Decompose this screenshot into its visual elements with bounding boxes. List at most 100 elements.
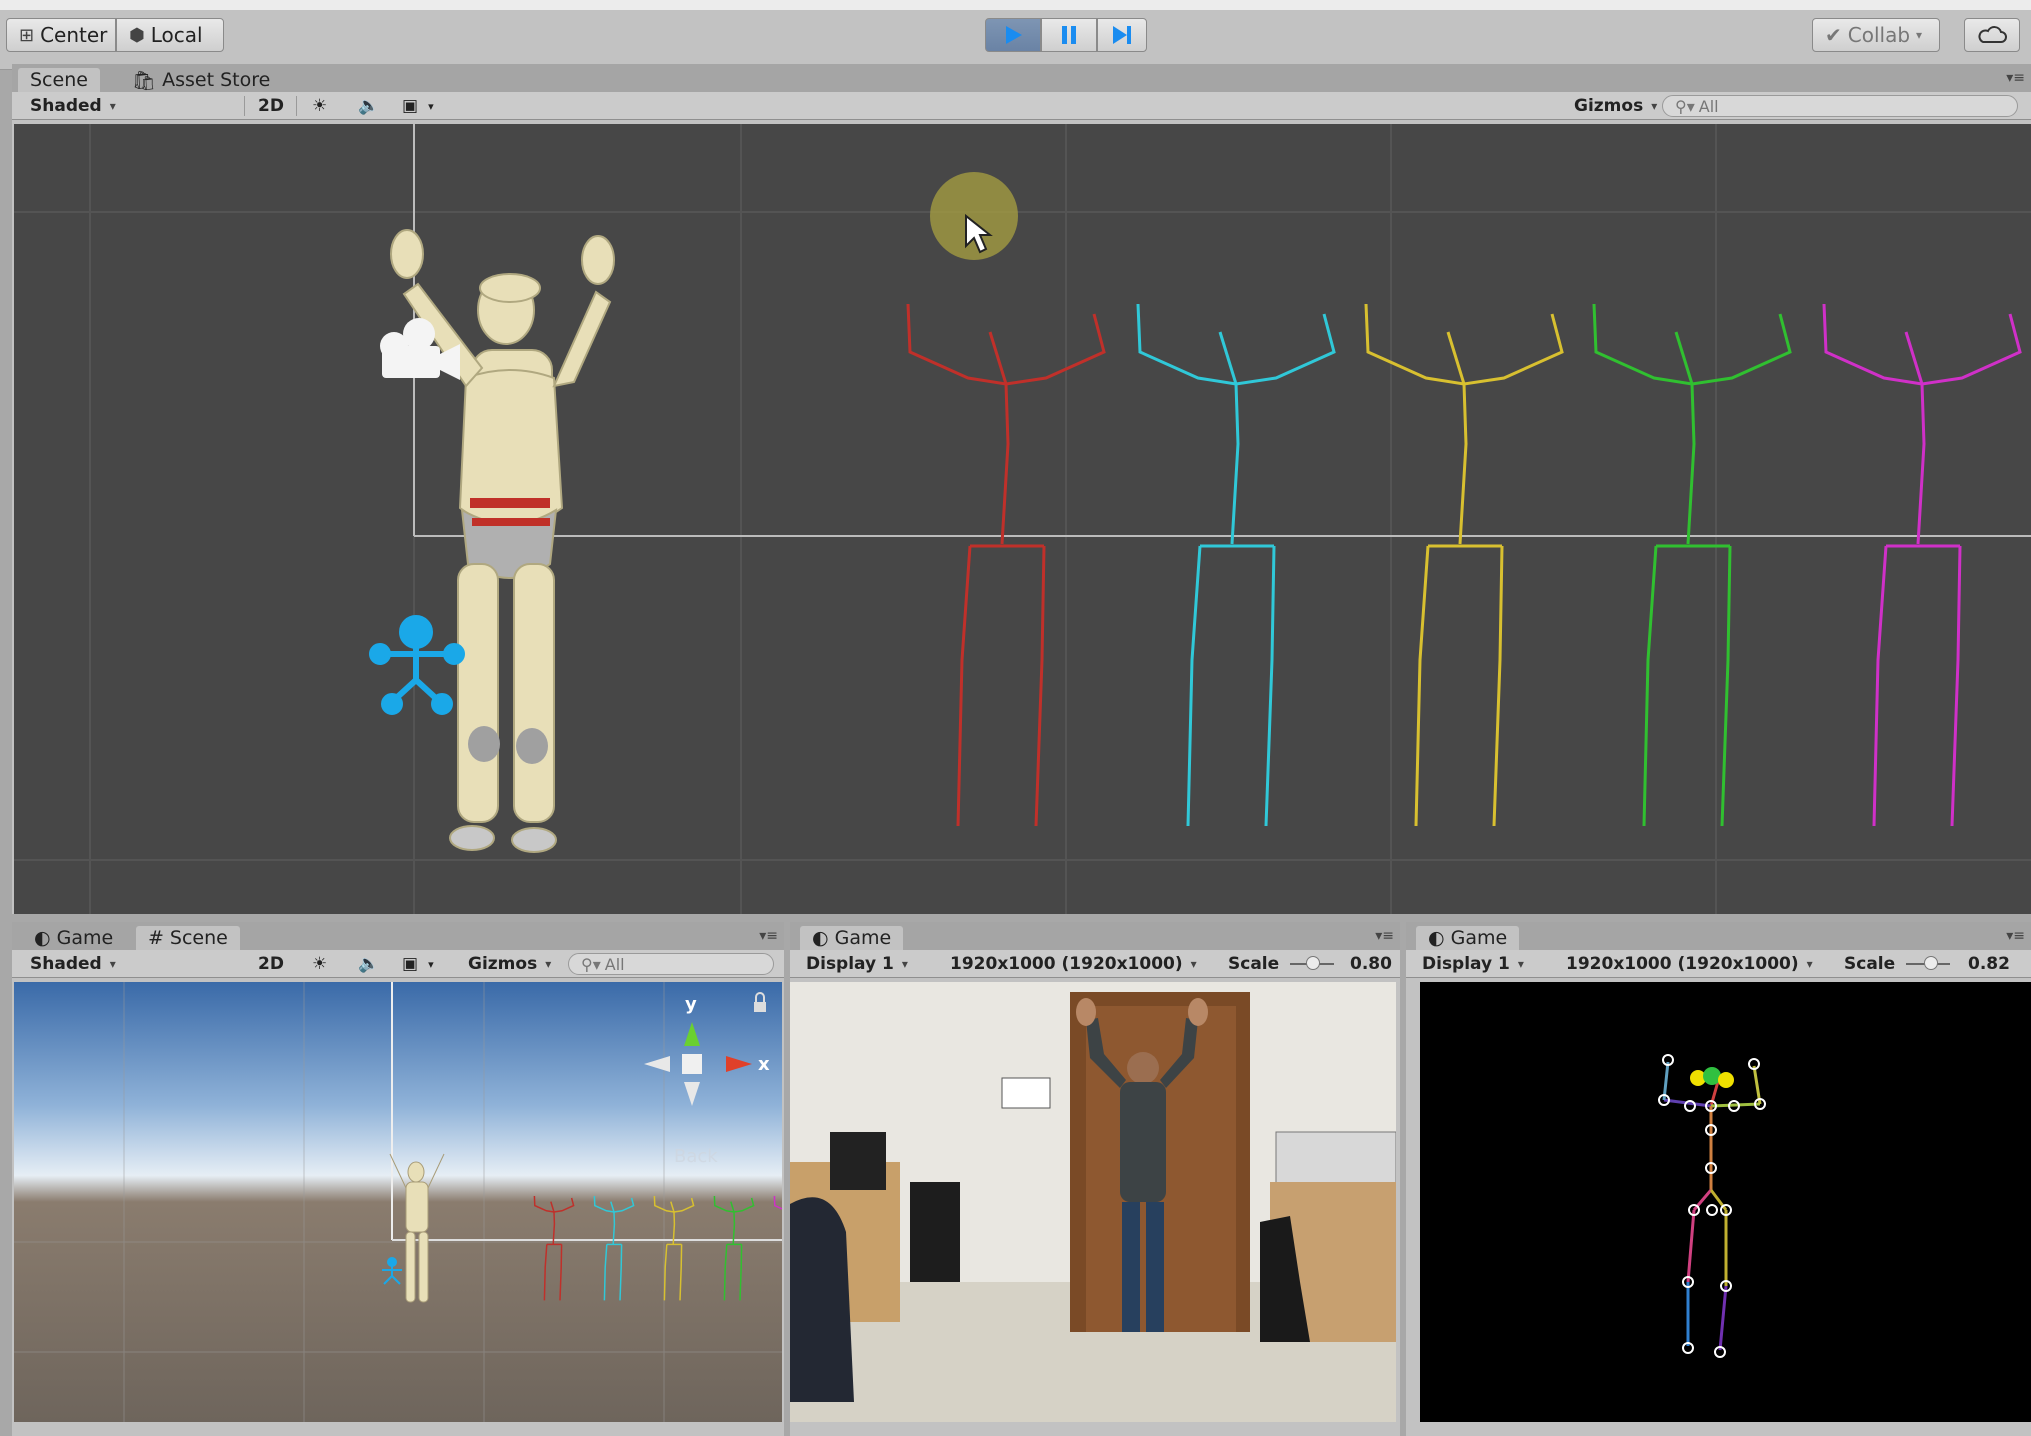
audio-toggle[interactable]: 🔈 (348, 94, 389, 118)
search-icon: ⚲▾ (1675, 96, 1695, 116)
stick-skeleton-yellow (1364, 303, 1564, 827)
lock-icon[interactable] (754, 1002, 766, 1012)
neg-y-axis-cone-icon[interactable] (684, 1082, 700, 1106)
resolution-dropdown[interactable]: 1920x1000 (1920x1000) (1556, 952, 1828, 976)
store-icon: 🛍 (132, 69, 157, 92)
cube-icon: ⬢ (129, 24, 145, 46)
scale-label: Scale (1228, 954, 1280, 974)
pause-icon (1062, 26, 1076, 44)
step-button[interactable] (1097, 18, 1147, 52)
check-icon: ✔ (1825, 23, 1842, 47)
stick-skeleton-green (1592, 303, 1792, 827)
game-panel-camera: ◐ Game ▾≡ Display 1 1920x1000 (1920x1000… (790, 922, 1400, 1436)
collab-button[interactable]: ✔ Collab ▾ (1812, 18, 1940, 52)
scene-toolrow: Shaded 2D ☀ 🔈 ▣▾ Gizmos ⚲▾ All (12, 92, 2031, 120)
tab-game[interactable]: ◐ Game (22, 926, 125, 950)
camera-feed-view[interactable] (790, 982, 1396, 1422)
menu-strip (0, 0, 2031, 10)
cloud-icon (1978, 26, 2007, 43)
speaker-icon: 🔈 (358, 954, 380, 974)
stick-skeleton-magenta (1822, 303, 2022, 827)
scene-panel: Scene 🛍 Asset Store ▾≡ Shaded 2D ☀ 🔈 ▣▾ … (12, 64, 2031, 914)
pose-skeleton-canvas (1658, 1054, 1766, 1358)
cloud-button[interactable] (1964, 18, 2020, 52)
scene-search-input[interactable]: ⚲▾ All (568, 953, 774, 975)
x-axis-cone-icon[interactable] (726, 1056, 752, 1072)
display-dropdown[interactable]: Display 1 (796, 952, 936, 976)
panel-menu-icon[interactable]: ▾≡ (759, 928, 778, 944)
gizmos-dropdown[interactable]: Gizmos (1564, 94, 1667, 118)
tab-scene[interactable]: Scene (18, 68, 100, 92)
game-icon: ◐ (34, 927, 51, 949)
panel-menu-icon[interactable]: ▾≡ (2006, 928, 2025, 944)
scene-grid (14, 124, 2031, 914)
sun-icon: ☀ (312, 96, 328, 116)
image-icon: ▣ (402, 954, 419, 974)
mini-skeleton-group (533, 1195, 782, 1301)
lighting-toggle[interactable]: ☀ (302, 94, 337, 118)
panel-menu-icon[interactable]: ▾≡ (2006, 70, 2025, 86)
stick-skeleton-green (713, 1195, 755, 1301)
avatar-gizmo-icon[interactable] (369, 615, 465, 715)
head-keypoints (1690, 1067, 1734, 1088)
pivot-center-button[interactable]: ⊞ Center (6, 18, 116, 52)
skeleton-group (906, 303, 2022, 827)
separator (244, 96, 245, 116)
stick-skeleton-cyan (593, 1195, 635, 1301)
game2-toolrow: Display 1 1920x1000 (1920x1000) Scale 0.… (1406, 950, 2031, 978)
play-button[interactable] (985, 18, 1041, 52)
tab-scene[interactable]: # Scene (136, 926, 240, 950)
pose-estimation-view[interactable] (1420, 982, 2031, 1422)
bottom-scene-viewport[interactable]: y x Back (14, 982, 782, 1422)
mini-humanoid-character (389, 1153, 445, 1303)
x-axis-label: x (758, 1054, 770, 1075)
scene-tabbar: Scene 🛍 Asset Store ▾≡ (12, 64, 2031, 92)
shading-mode-dropdown[interactable]: Shaded (20, 94, 238, 118)
audio-toggle[interactable]: 🔈 (348, 952, 389, 976)
separator (296, 96, 297, 116)
orientation-gizmo[interactable]: y x Back (644, 992, 770, 1167)
space-local-button[interactable]: ⬢ Local (116, 18, 224, 52)
effects-toggle[interactable]: ▣ ▾ (392, 952, 444, 976)
scale-slider-thumb[interactable] (1306, 956, 1320, 970)
dropdown-arrow-icon: ▾ (1916, 28, 1923, 42)
tab-game[interactable]: ◐ Game (800, 926, 904, 950)
scale-value: 0.82 (1968, 954, 2010, 974)
scene-canvas (14, 124, 2031, 914)
gizmos-dropdown[interactable]: Gizmos (458, 952, 561, 976)
play-icon (1006, 26, 1022, 44)
speaker-icon: 🔈 (358, 96, 380, 116)
display-dropdown[interactable]: Display 1 (1412, 952, 1552, 976)
resolution-dropdown[interactable]: 1920x1000 (1920x1000) (940, 952, 1212, 976)
scale-label: Scale (1844, 954, 1896, 974)
search-icon: ⚲▾ (581, 954, 601, 974)
effects-toggle[interactable]: ▣ ▾ (392, 94, 444, 118)
scale-slider-thumb[interactable] (1924, 956, 1938, 970)
mode-2d-toggle[interactable]: 2D (248, 952, 294, 976)
game-icon: ◐ (812, 927, 829, 949)
step-icon (1113, 26, 1131, 44)
scene-viewport[interactable] (14, 124, 2031, 914)
shading-mode-dropdown[interactable]: Shaded (20, 952, 238, 976)
camera-feed-image (790, 982, 1396, 1422)
bottom-scene-canvas: y x Back (14, 982, 782, 1422)
tab-game[interactable]: ◐ Game (1416, 926, 1520, 950)
mode-2d-toggle[interactable]: 2D (248, 94, 294, 118)
neg-x-axis-cone-icon[interactable] (644, 1056, 670, 1072)
unity-editor: ⊞ Center ⬢ Local ✔ Collab ▾ Scene 🛍 Asse… (0, 0, 2031, 1436)
pause-button[interactable] (1041, 18, 1097, 52)
stick-skeleton-cyan (1136, 303, 1336, 827)
game2-tabbar: ◐ Game ▾≡ (1406, 922, 2031, 950)
game1-tabbar: ◐ Game ▾≡ (790, 922, 1400, 950)
game-icon: ◐ (1428, 927, 1445, 949)
panel-menu-icon[interactable]: ▾≡ (1375, 928, 1394, 944)
bottom-scene-panel: ◐ Game # Scene ▾≡ Shaded 2D ☀ 🔈 ▣▾ Gizmo… (12, 922, 784, 1436)
scale-value: 0.80 (1350, 954, 1392, 974)
main-toolbar: ⊞ Center ⬢ Local ✔ Collab ▾ (0, 0, 2031, 70)
lighting-toggle[interactable]: ☀ (302, 952, 337, 976)
game-panel-pose: ◐ Game ▾≡ Display 1 1920x1000 (1920x1000… (1406, 922, 2031, 1436)
scene-search-input[interactable]: ⚲▾ All (1662, 95, 2018, 117)
center-cube-icon[interactable] (682, 1054, 702, 1074)
y-axis-cone-icon[interactable] (684, 1022, 700, 1046)
tab-asset-store[interactable]: 🛍 Asset Store (120, 68, 282, 92)
